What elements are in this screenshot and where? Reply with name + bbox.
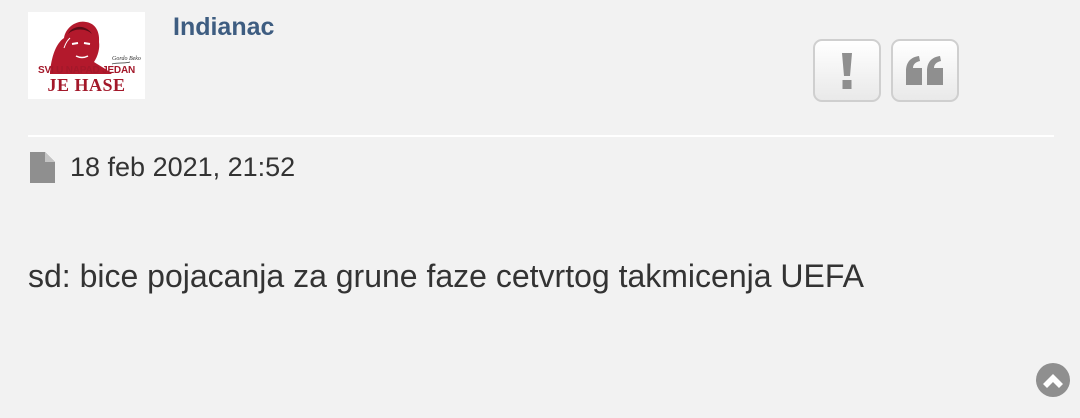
avatar-caption-big: JE HASE bbox=[47, 75, 126, 95]
quote-button[interactable] bbox=[891, 39, 959, 102]
exclamation-icon bbox=[842, 52, 852, 89]
svg-text:Gordo Beko: Gordo Beko bbox=[112, 56, 141, 62]
scroll-to-top-icon[interactable] bbox=[1036, 363, 1070, 397]
divider bbox=[28, 135, 1054, 137]
report-button[interactable] bbox=[813, 39, 881, 102]
post-date: 18 feb 2021, 21:52 bbox=[70, 152, 296, 182]
post-author[interactable]: Indianac bbox=[173, 13, 274, 42]
document-icon bbox=[30, 152, 55, 183]
quote-icon bbox=[906, 55, 943, 85]
user-avatar[interactable]: Gordo Beko SVI U NAPAD JEDAN JE HASE bbox=[28, 12, 145, 99]
post-content: sd: bice pojacanja za grune faze cetvrto… bbox=[28, 258, 864, 294]
